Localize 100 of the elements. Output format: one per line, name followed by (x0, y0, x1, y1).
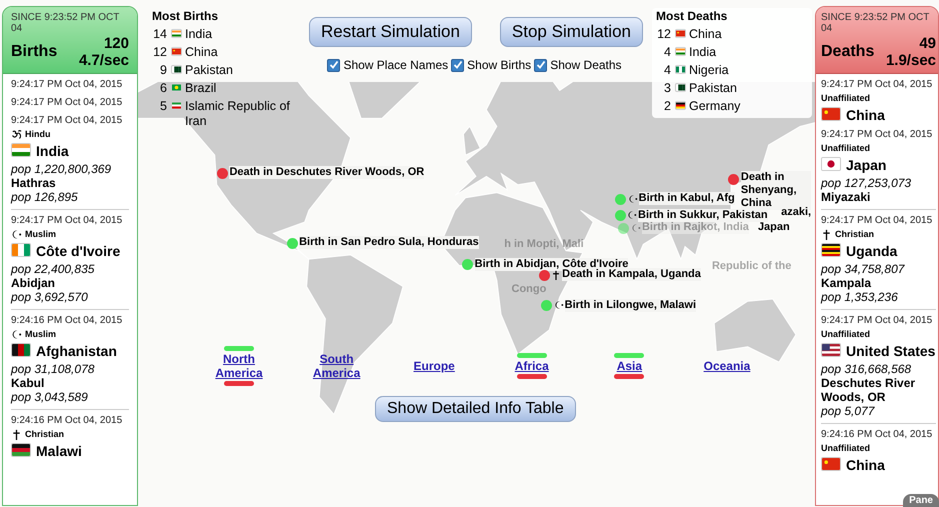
marker-label: Birth in San Pedro Sula, Honduras (299, 236, 479, 250)
marker-label: Death in Deschutes River Woods, OR (229, 166, 424, 180)
continent-link[interactable]: Asia (598, 359, 660, 373)
religion-label: Christian (25, 429, 64, 440)
population-text: pop 1,353,236 (821, 290, 899, 304)
population-text: pop 3,692,570 (11, 290, 89, 304)
simulation-button[interactable]: Restart Simulation (309, 17, 472, 47)
country-name: Côte d'Ivoire (36, 243, 120, 259)
country-name: India (689, 45, 716, 60)
rate-value: 1.9/sec (886, 52, 936, 69)
list-title: Most Births (152, 8, 219, 24)
panel-title: Deaths (821, 42, 874, 62)
country-name: Islamic Republic of Iran (185, 99, 291, 129)
country-name: China (846, 457, 885, 473)
continent-link[interactable]: Europe (403, 359, 466, 373)
timestamp: 9:24:16 PM Oct 04, 2015 (821, 429, 934, 441)
population-text: pop 126,895 (11, 190, 79, 204)
rate-value: 4.7/sec (78, 52, 129, 69)
cross-icon (551, 270, 562, 280)
count-value: 3 (663, 81, 672, 96)
count-value: 120 (102, 35, 129, 52)
religion-label: Muslim (25, 329, 56, 340)
checkbox-label: Show Births (467, 57, 532, 74)
crescent-icon (11, 229, 22, 240)
checkbox[interactable] (534, 58, 548, 72)
religion-label: Unaffiliated (821, 443, 870, 454)
marker-label: Republic of the (712, 260, 792, 273)
count-value: 4 (663, 63, 672, 78)
timestamp: 9:24:17 PM Oct 04, 2015 (11, 115, 124, 127)
timestamp: 9:24:16 PM Oct 04, 2015 (11, 315, 124, 327)
population-text: pop 3,043,589 (11, 390, 89, 404)
count-value: 49 (918, 35, 936, 52)
timestamp: 9:24:17 PM Oct 04, 2015 (11, 97, 124, 109)
timestamp: 9:24:17 PM Oct 04, 2015 (11, 215, 124, 227)
country-name: China (846, 107, 885, 123)
population-text: pop 31,108,078 (11, 362, 96, 376)
continent-link[interactable]: Oceania (696, 359, 758, 373)
city-name: Kampala (821, 276, 872, 290)
country-name: Japan (846, 157, 886, 173)
country-name: Malawi (36, 443, 82, 459)
count-value: 6 (159, 81, 168, 96)
checkbox[interactable] (327, 58, 340, 72)
since-label: SINCE 9:23:52 PM OCT 04 (821, 12, 930, 34)
marker-label: Japan (758, 221, 790, 234)
cross-icon (11, 429, 22, 440)
count-value: 12 (656, 27, 672, 42)
timestamp: 9:24:17 PM Oct 04, 2015 (821, 79, 934, 91)
count-value: 14 (152, 27, 168, 42)
timestamp: 9:24:16 PM Oct 04, 2015 (11, 415, 124, 427)
marker-label: Birth in Kabul, Afg (638, 192, 735, 206)
population-text: pop 34,758,807 (821, 262, 906, 276)
count-value: 12 (152, 45, 168, 60)
checkbox[interactable] (451, 58, 464, 72)
panel-tab[interactable]: Pane (903, 494, 939, 507)
country-name: China (689, 27, 722, 42)
crescent-icon (630, 222, 641, 233)
simulation-button[interactable]: Stop Simulation (500, 17, 643, 47)
marker-label: Birth in Rajkot, India (642, 221, 749, 234)
crescent-icon (11, 329, 22, 340)
country-name: Brazil (185, 81, 216, 96)
continent-link[interactable]: Africa (500, 359, 563, 373)
country-name: Pakistan (185, 63, 233, 78)
cross-icon (821, 229, 832, 240)
marker-label: Death in Kampala, Uganda (562, 268, 701, 282)
country-name: Pakistan (689, 81, 737, 96)
population-text: pop 316,668,568 (821, 362, 912, 376)
continent-link[interactable]: North America (208, 352, 270, 380)
count-value: 4 (663, 45, 672, 60)
count-value: 5 (159, 99, 168, 114)
country-name: India (36, 143, 69, 159)
population-text: pop 22,400,835 (11, 262, 96, 276)
crescent-icon (628, 194, 638, 204)
city-name: Miyazaki (821, 190, 872, 204)
city-name: Kabul (11, 376, 46, 390)
country-name: Germany (689, 99, 740, 114)
count-value: 9 (159, 63, 168, 78)
country-name: Nigeria (689, 63, 729, 78)
religion-label: Unaffiliated (821, 143, 870, 154)
marker-label: Birth in Sukkur, Pakistan (638, 208, 768, 222)
info-table-button[interactable]: Show Detailed Info Table (375, 396, 576, 422)
checkbox-label: Show Place Names (343, 57, 448, 74)
timestamp: 9:24:17 PM Oct 04, 2015 (11, 79, 124, 91)
country-name: Uganda (846, 243, 898, 259)
country-name: Afghanistan (36, 343, 117, 359)
om-icon (11, 129, 22, 140)
timestamp: 9:24:17 PM Oct 04, 2015 (821, 215, 934, 227)
country-name: China (185, 45, 218, 60)
birth-marker (462, 259, 474, 270)
population-text: pop 127,253,073 (821, 176, 912, 190)
crescent-icon (627, 210, 637, 220)
timestamp: 9:24:17 PM Oct 04, 2015 (821, 129, 934, 141)
city-name: Abidjan (11, 276, 56, 290)
checkbox-label: Show Deaths (550, 57, 622, 74)
panel-title: Births (11, 42, 58, 62)
list-title: Most Deaths (656, 8, 728, 24)
continent-link[interactable]: South America (306, 352, 368, 380)
crescent-icon (554, 300, 564, 310)
birth-marker (618, 222, 630, 234)
religion-label: Unaffiliated (821, 93, 870, 104)
country-name: India (185, 27, 212, 42)
